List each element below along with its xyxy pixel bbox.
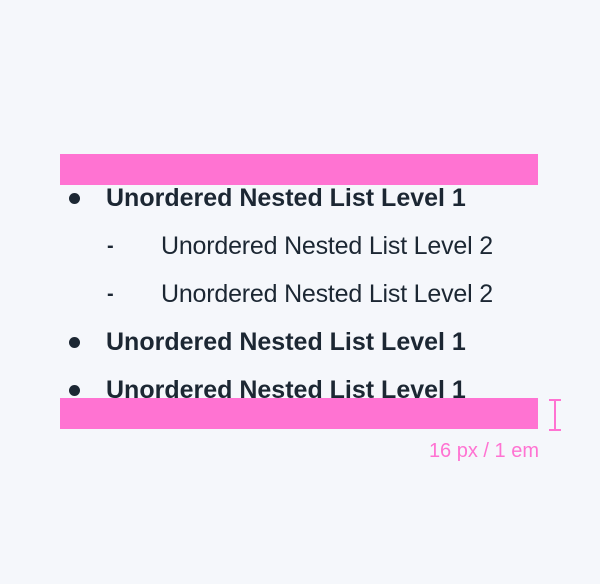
bullet-dot-icon <box>69 337 80 348</box>
list-item-text: Unordered Nested List Level 1 <box>106 376 466 404</box>
list-item-level-1: Unordered Nested List Level 1 <box>60 320 550 368</box>
list-item-level-1: Unordered Nested List Level 1 <box>60 368 550 416</box>
list-item-level-2: - Unordered Nested List Level 2 <box>60 272 550 320</box>
unordered-nested-list: Unordered Nested List Level 1 - Unordere… <box>60 176 550 416</box>
spacing-measure-label: 16 px / 1 em <box>428 440 539 462</box>
vertical-measure-icon <box>549 399 561 431</box>
list-item-text: Unordered Nested List Level 1 <box>106 328 466 356</box>
bullet-dot-icon <box>69 385 80 396</box>
bullet-dash: - <box>107 283 114 305</box>
list-item-level-2: - Unordered Nested List Level 2 <box>60 224 550 272</box>
list-item-level-1: Unordered Nested List Level 1 <box>60 176 550 224</box>
list-item-text: Unordered Nested List Level 2 <box>161 280 493 308</box>
list-item-text: Unordered Nested List Level 1 <box>106 184 466 212</box>
list-item-text: Unordered Nested List Level 2 <box>161 232 493 260</box>
bullet-dot-icon <box>69 193 80 204</box>
bullet-dash: - <box>107 235 114 257</box>
